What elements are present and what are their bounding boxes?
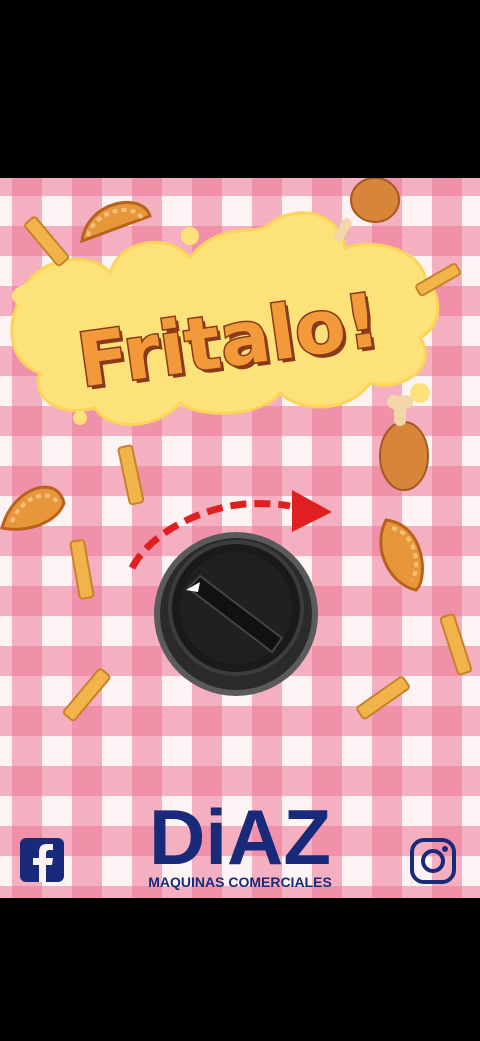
temperature-knob[interactable] [154,532,318,696]
empanada-icon [379,518,424,592]
french-fry-icon [69,539,95,600]
empanada-icon [0,485,66,531]
chicken-drumstick-icon [379,395,429,491]
top-black-bar [0,0,480,178]
svg-text:MAQUINAS COMERCIALES: MAQUINAS COMERCIALES [148,874,332,890]
bottom-black-bar [0,898,480,1041]
svg-text:DiAZ: DiAZ [149,793,331,881]
chicken-drumstick-icon [333,178,400,243]
facebook-icon[interactable] [20,838,64,882]
empanada-icon [80,200,152,244]
instagram-icon[interactable] [410,838,456,884]
game-scene: Fritalo! Fritalo! DiAZ MAQUINAS COMERCIA… [0,178,473,890]
game-screen: Fritalo! Fritalo! DiAZ MAQUINAS COMERCIA… [0,178,480,898]
french-fry-icon [356,676,410,720]
french-fry-icon [439,613,473,676]
french-fry-icon [117,444,145,506]
french-fry-icon [24,216,70,267]
french-fry-icon [62,668,111,722]
brand-logo: DiAZ MAQUINAS COMERCIALES [148,793,332,890]
